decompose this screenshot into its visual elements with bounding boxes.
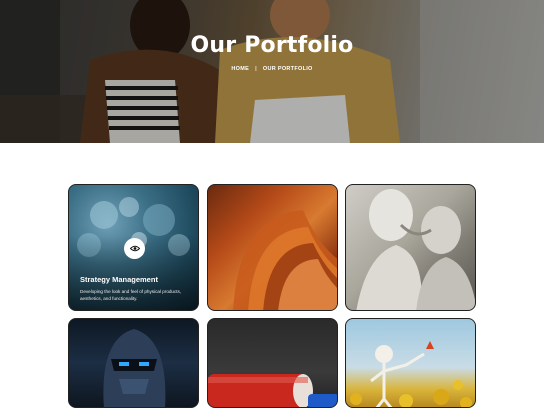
page-title: Our Portfolio xyxy=(190,33,354,58)
breadcrumb-current: OUR PORTFOLIO xyxy=(262,66,313,72)
portfolio-card-robot-helmet[interactable] xyxy=(68,318,199,408)
portfolio-card-image xyxy=(356,189,475,310)
card-title: Strategy Management xyxy=(80,275,158,284)
eye-icon xyxy=(129,245,140,252)
breadcrumb-separator: | xyxy=(255,66,257,72)
portfolio-card-marble-statues[interactable] xyxy=(345,184,476,311)
portfolio-card-orange-abstract[interactable] xyxy=(207,184,338,311)
portfolio-card-red-tube[interactable] xyxy=(207,318,338,408)
card-description: Developing the look and feel of physical… xyxy=(80,289,182,301)
portfolio-card-skeleton-sunflowers[interactable] xyxy=(345,318,476,408)
portfolio-card-image xyxy=(208,374,337,407)
portfolio-card-image xyxy=(233,210,337,310)
view-project-button[interactable] xyxy=(124,238,145,259)
hero-banner: Our Portfolio HOME | OUR PORTFOLIO xyxy=(0,0,544,143)
portfolio-card-image xyxy=(103,329,166,407)
portfolio-card-strategy-management[interactable]: Strategy Management Developing the look … xyxy=(68,184,199,311)
portfolio-card-image xyxy=(350,341,472,407)
breadcrumb-home-link[interactable]: HOME xyxy=(231,66,249,72)
breadcrumb: HOME | OUR PORTFOLIO xyxy=(0,66,544,72)
